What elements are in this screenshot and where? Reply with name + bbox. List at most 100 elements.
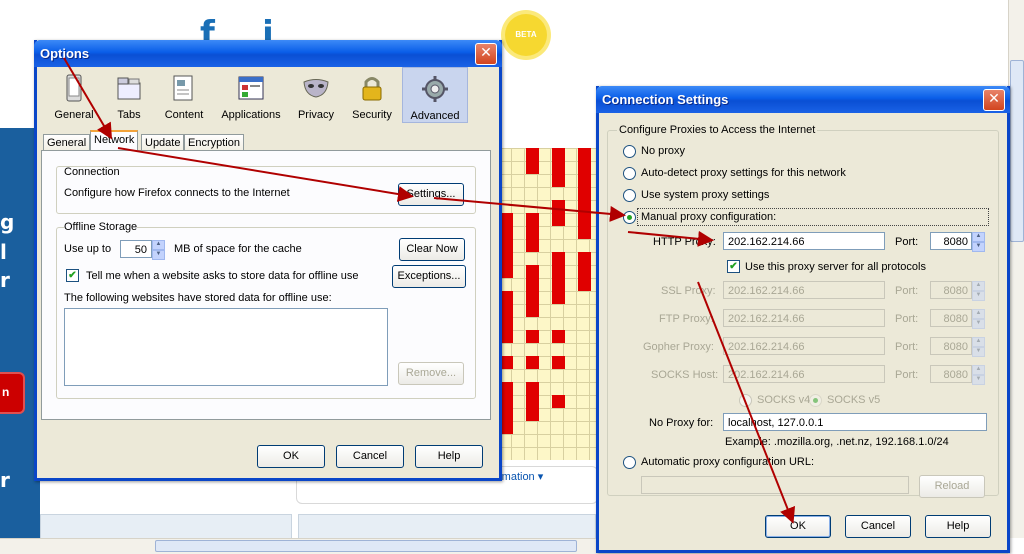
options-cancel-button[interactable]: Cancel — [336, 445, 404, 468]
connection-cancel-button[interactable]: Cancel — [845, 515, 911, 538]
settings-button[interactable]: Settings... — [398, 183, 464, 206]
ssl-port-stepper[interactable]: ▲ ▼ — [972, 281, 985, 301]
options-dialog: Options ✕ General Tabs Content Applicati… — [34, 40, 502, 481]
reload-button[interactable]: Reload — [919, 475, 985, 498]
grid-red-cell — [578, 200, 591, 213]
tab-encryption[interactable]: Encryption — [184, 134, 244, 151]
gopher-proxy-input[interactable]: 202.162.214.66 — [723, 337, 885, 355]
toolbar-privacy[interactable]: Privacy — [286, 73, 346, 121]
connection-ok-button[interactable]: OK — [765, 515, 831, 538]
auto-proxy-url-radio[interactable] — [623, 456, 636, 469]
options-help-button[interactable]: Help — [415, 445, 483, 468]
no-proxy-for-input[interactable]: localhost, 127.0.0.1 — [723, 413, 987, 431]
socks-v4-label: SOCKS v4 — [757, 394, 811, 406]
connection-heading: Connection — [64, 166, 120, 178]
grid-red-cell — [526, 395, 539, 408]
clear-now-button[interactable]: Clear Now — [399, 238, 465, 261]
auto-proxy-url-input[interactable] — [641, 476, 909, 494]
tell-me-checkbox[interactable]: ✔ — [66, 269, 79, 282]
sidebar-letter: g — [0, 210, 15, 234]
grid-red-cell — [552, 278, 565, 291]
beta-badge: BETA — [505, 14, 547, 56]
options-titlebar: Options ✕ — [34, 40, 502, 67]
tab-update[interactable]: Update — [141, 134, 185, 151]
grid-red-cell — [526, 356, 539, 369]
gopher-port-input[interactable]: 8080 — [930, 337, 972, 355]
auto-detect-radio[interactable] — [623, 167, 636, 180]
offline-websites-list[interactable] — [64, 308, 388, 386]
ssl-proxy-input[interactable]: 202.162.214.66 — [723, 281, 885, 299]
toolbar-security[interactable]: Security — [342, 73, 402, 121]
chevron-up-icon: ▲ — [972, 232, 985, 242]
horizontal-scrollbar-thumb[interactable] — [155, 540, 577, 552]
chevron-up-icon: ▲ — [972, 309, 985, 319]
toolbar-label: General — [54, 109, 94, 121]
grid-red-cell — [552, 395, 565, 408]
privacy-icon — [303, 79, 329, 98]
system-proxy-label: Use system proxy settings — [641, 189, 770, 201]
cache-size-stepper[interactable]: ▲ ▼ — [152, 240, 165, 260]
options-ok-button[interactable]: OK — [257, 445, 325, 468]
grid-red-cell — [526, 278, 539, 291]
toolbar-label: Privacy — [297, 109, 335, 121]
tab-general[interactable]: General — [43, 134, 91, 151]
site-red-button[interactable]: n — [0, 372, 25, 414]
toolbar-label: Tabs — [117, 109, 141, 121]
general-icon — [66, 74, 82, 102]
grid-red-cell — [578, 174, 591, 187]
toolbar-general[interactable]: General — [44, 73, 104, 121]
toolbar-applications[interactable]: Applications — [219, 73, 283, 121]
tab-network[interactable]: Network — [90, 130, 139, 151]
toolbar-advanced[interactable]: Advanced — [402, 67, 468, 123]
toolbar-label: Content — [164, 109, 204, 121]
gopher-port-label: Port: — [895, 341, 919, 353]
toolbar-tabs[interactable]: Tabs — [99, 73, 159, 121]
offline-storage-heading: Offline Storage — [64, 221, 138, 233]
socks-v5-radio[interactable] — [809, 394, 822, 407]
grid-red-cell — [578, 226, 591, 239]
http-port-stepper[interactable]: ▲ ▼ — [972, 232, 985, 252]
grid-red-cell — [526, 382, 539, 395]
http-proxy-input[interactable]: 202.162.214.66 — [723, 232, 885, 250]
http-port-input[interactable]: 8080 — [930, 232, 972, 250]
grid-red-cell — [552, 213, 565, 226]
cache-size-input[interactable]: 50 — [120, 240, 152, 258]
socks-port-label: Port: — [895, 369, 919, 381]
exceptions-button[interactable]: Exceptions... — [392, 265, 466, 288]
connection-settings-close-button[interactable]: ✕ — [983, 89, 1005, 111]
gopher-port-stepper[interactable]: ▲ ▼ — [972, 337, 985, 357]
connection-description: Configure how Firefox connects to the In… — [64, 187, 290, 199]
socks-host-input[interactable]: 202.162.214.66 — [723, 365, 885, 383]
offline-list-label: The following websites have stored data … — [64, 292, 332, 304]
socks-port-input[interactable]: 8080 — [930, 365, 972, 383]
ftp-proxy-input[interactable]: 202.162.214.66 — [723, 309, 885, 327]
sidebar-letter: l — [0, 240, 7, 264]
network-tab-panel: Connection Configure how Firefox connect… — [41, 150, 491, 420]
options-close-button[interactable]: ✕ — [475, 43, 497, 65]
more-information-link[interactable]: rmation ▾ — [498, 470, 543, 483]
gopher-proxy-label: Gopher Proxy: — [643, 341, 714, 353]
socks-v4-radio[interactable] — [739, 394, 752, 407]
chevron-down-icon: ▼ — [152, 250, 165, 260]
socks-port-stepper[interactable]: ▲ ▼ — [972, 365, 985, 385]
ftp-port-stepper[interactable]: ▲ ▼ — [972, 309, 985, 329]
grid-red-cell — [526, 408, 539, 421]
no-proxy-for-label: No Proxy for: — [649, 417, 714, 429]
options-title: Options — [40, 46, 90, 61]
ftp-port-input[interactable]: 8080 — [930, 309, 972, 327]
grid-red-cell — [526, 148, 539, 161]
remove-button[interactable]: Remove... — [398, 362, 464, 385]
manual-proxy-radio[interactable] — [623, 211, 636, 224]
grid-red-cell — [578, 278, 591, 291]
vertical-scrollbar-thumb[interactable] — [1010, 60, 1024, 242]
no-proxy-radio[interactable] — [623, 145, 636, 158]
grid-red-cell — [552, 330, 565, 343]
system-proxy-radio[interactable] — [623, 189, 636, 202]
toolbar-label: Security — [352, 109, 392, 121]
grid-red-cell — [578, 148, 591, 161]
toolbar-content[interactable]: Content — [154, 73, 214, 121]
use-for-all-checkbox[interactable]: ✔ — [727, 260, 740, 273]
socks-host-label: SOCKS Host: — [651, 369, 719, 381]
ssl-port-input[interactable]: 8080 — [930, 281, 972, 299]
connection-help-button[interactable]: Help — [925, 515, 991, 538]
